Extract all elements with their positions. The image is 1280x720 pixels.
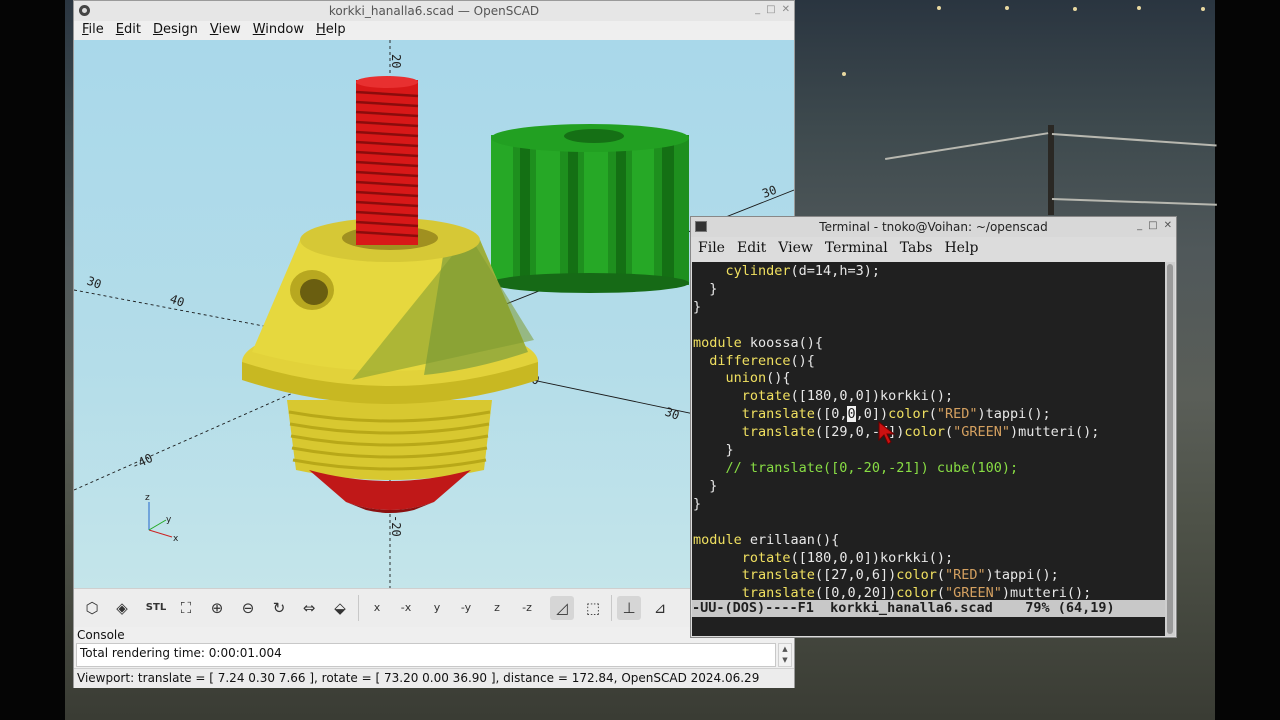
wallpaper-light (1005, 6, 1009, 10)
terminal-menu-view[interactable]: View (773, 237, 820, 261)
mouse-pointer-icon (878, 420, 896, 445)
terminal-scrollbar[interactable] (1165, 262, 1175, 636)
gizmo-x-label: x (173, 534, 179, 544)
scene: 20 30 40 20 30 -40 -20 30 (74, 40, 794, 588)
render-icon[interactable]: ◈ (110, 596, 134, 620)
menu-help[interactable]: Help (310, 21, 352, 40)
menu-file[interactable]: File (76, 21, 110, 40)
code-line: } (693, 280, 718, 297)
close-icon[interactable]: ✕ (1164, 220, 1172, 231)
code-line: } (693, 477, 718, 494)
terminal-editor[interactable]: cylinder(d=14,h=3); }} module koossa(){ … (692, 262, 1165, 636)
fence-wire (1051, 133, 1217, 147)
code-line: module koossa(){ (693, 334, 824, 351)
code-line: rotate([180,0,0])korkki(); (741, 549, 954, 566)
axis-label: -40 (129, 451, 155, 473)
show-scale-icon[interactable]: ⊿ (648, 596, 672, 620)
letterbox-left (0, 0, 65, 720)
axis-gizmo: z x y (145, 493, 179, 544)
code-line: } (693, 298, 702, 315)
terminal-titlebar[interactable]: Terminal - tnoko@Voihan: ~/openscad _ □ … (691, 217, 1176, 237)
letterbox-right (1215, 0, 1280, 720)
viewport-toolbar: ⬡ ◈ STL ⛶ ⊕ ⊖ ↻ ⇔ ⬙ x -x y -y z -z ◿ ⬚ ⊥… (74, 588, 794, 627)
minimize-icon[interactable]: _ (1137, 220, 1142, 231)
maximize-icon[interactable]: □ (766, 4, 775, 15)
console-scrollbar[interactable]: ▲ ▼ (778, 643, 792, 667)
terminal-menubar: File Edit View Terminal Tabs Help (691, 237, 1176, 261)
wallpaper-light (1073, 7, 1077, 11)
gizmo-z-label: z (145, 493, 150, 503)
fence-wire (1051, 198, 1217, 206)
toolbar-separator (358, 595, 359, 621)
terminal-menu-tabs[interactable]: Tabs (895, 237, 940, 261)
menu-window[interactable]: Window (247, 21, 310, 40)
axis-label: 40 (168, 292, 186, 310)
view-top-icon[interactable]: ⬙ (328, 596, 352, 620)
status-bar: Viewport: translate = [ 7.24 0.30 7.66 ]… (74, 668, 794, 688)
close-icon[interactable]: ✕ (782, 4, 790, 15)
axis-label: 30 (85, 274, 103, 292)
perspective-icon[interactable]: ◿ (550, 596, 574, 620)
terminal-window: Terminal - tnoko@Voihan: ~/openscad _ □ … (690, 216, 1177, 638)
code-line: translate([27,0,6])color("RED")tappi(); (741, 567, 1059, 584)
scrollbar-thumb[interactable] (1167, 264, 1173, 634)
fence-wire (885, 132, 1049, 160)
code-line: module erillaan(){ (693, 531, 840, 548)
fence-post (1048, 125, 1054, 215)
menu-view[interactable]: View (204, 21, 247, 40)
3d-viewport[interactable]: 20 30 40 20 30 -40 -20 30 (74, 40, 794, 588)
code-line: // translate([0,-20,-21]) cube(100); (725, 459, 1019, 476)
view-front-icon[interactable]: y (425, 596, 449, 620)
zoom-in-icon[interactable]: ⊕ (205, 596, 229, 620)
code-line: rotate([180,0,0])korkki(); (741, 388, 954, 405)
window-title: korkki_hanalla6.scad — OpenSCAD (328, 4, 540, 18)
emacs-modeline: -UU-(DOS)----F1 korkki_hanalla6.scad 79%… (692, 600, 1165, 617)
bolt-tappi (355, 76, 419, 245)
terminal-title: Terminal - tnoko@Voihan: ~/openscad (819, 220, 1048, 234)
view-left-icon[interactable]: -x (394, 596, 418, 620)
wallpaper-light (937, 6, 941, 10)
terminal-menu-help[interactable]: Help (939, 237, 985, 261)
code-line: cylinder(d=14,h=3); (725, 263, 880, 279)
reset-view-icon[interactable]: ↻ (267, 596, 291, 620)
axis-label: 20 (389, 54, 403, 68)
console-label: Console (77, 628, 125, 642)
openscad-menubar: File Edit Design View Window Help (74, 21, 794, 40)
code-line: difference(){ (709, 352, 815, 369)
wallpaper-light (842, 72, 846, 76)
view-diagonal-icon[interactable]: z (485, 596, 509, 620)
minimize-icon[interactable]: _ (755, 4, 760, 15)
openscad-window: korkki_hanalla6.scad — OpenSCAD _ □ ✕ Fi… (73, 0, 795, 688)
menu-edit[interactable]: Edit (110, 21, 147, 40)
terminal-menu-file[interactable]: File (693, 237, 732, 261)
openscad-titlebar[interactable]: korkki_hanalla6.scad — OpenSCAD _ □ ✕ (74, 1, 794, 21)
axis-label: -20 (389, 515, 403, 537)
gizmo-y-label: y (166, 515, 172, 525)
wallpaper-light (1201, 7, 1205, 11)
orthogonal-icon[interactable]: ⬚ (581, 596, 605, 620)
terminal-menu-edit[interactable]: Edit (732, 237, 773, 261)
zoom-out-icon[interactable]: ⊖ (236, 596, 260, 620)
view-back-icon[interactable]: -y (454, 596, 478, 620)
console-output[interactable]: Total rendering time: 0:00:01.004 (76, 643, 776, 667)
toolbar-separator (611, 595, 612, 621)
view-center-icon[interactable]: -z (515, 596, 539, 620)
maximize-icon[interactable]: □ (1148, 220, 1157, 231)
axis-label: 30 (760, 183, 778, 201)
wallpaper-light (1137, 6, 1141, 10)
preview-icon[interactable]: ⬡ (80, 596, 104, 620)
view-all-icon[interactable]: ⛶ (174, 596, 198, 620)
show-axes-icon[interactable]: ⊥ (617, 596, 641, 620)
axis-label: 30 (663, 405, 681, 423)
view-right-icon[interactable]: ⇔ (297, 596, 321, 620)
export-stl-icon[interactable]: STL (144, 596, 168, 620)
code-line: union(){ (725, 370, 791, 387)
view-bottom-icon[interactable]: x (365, 596, 389, 620)
code-line: } (693, 495, 702, 512)
nut-mutteri (491, 124, 689, 293)
terminal-menu-terminal[interactable]: Terminal (820, 237, 895, 261)
menu-design[interactable]: Design (147, 21, 204, 40)
